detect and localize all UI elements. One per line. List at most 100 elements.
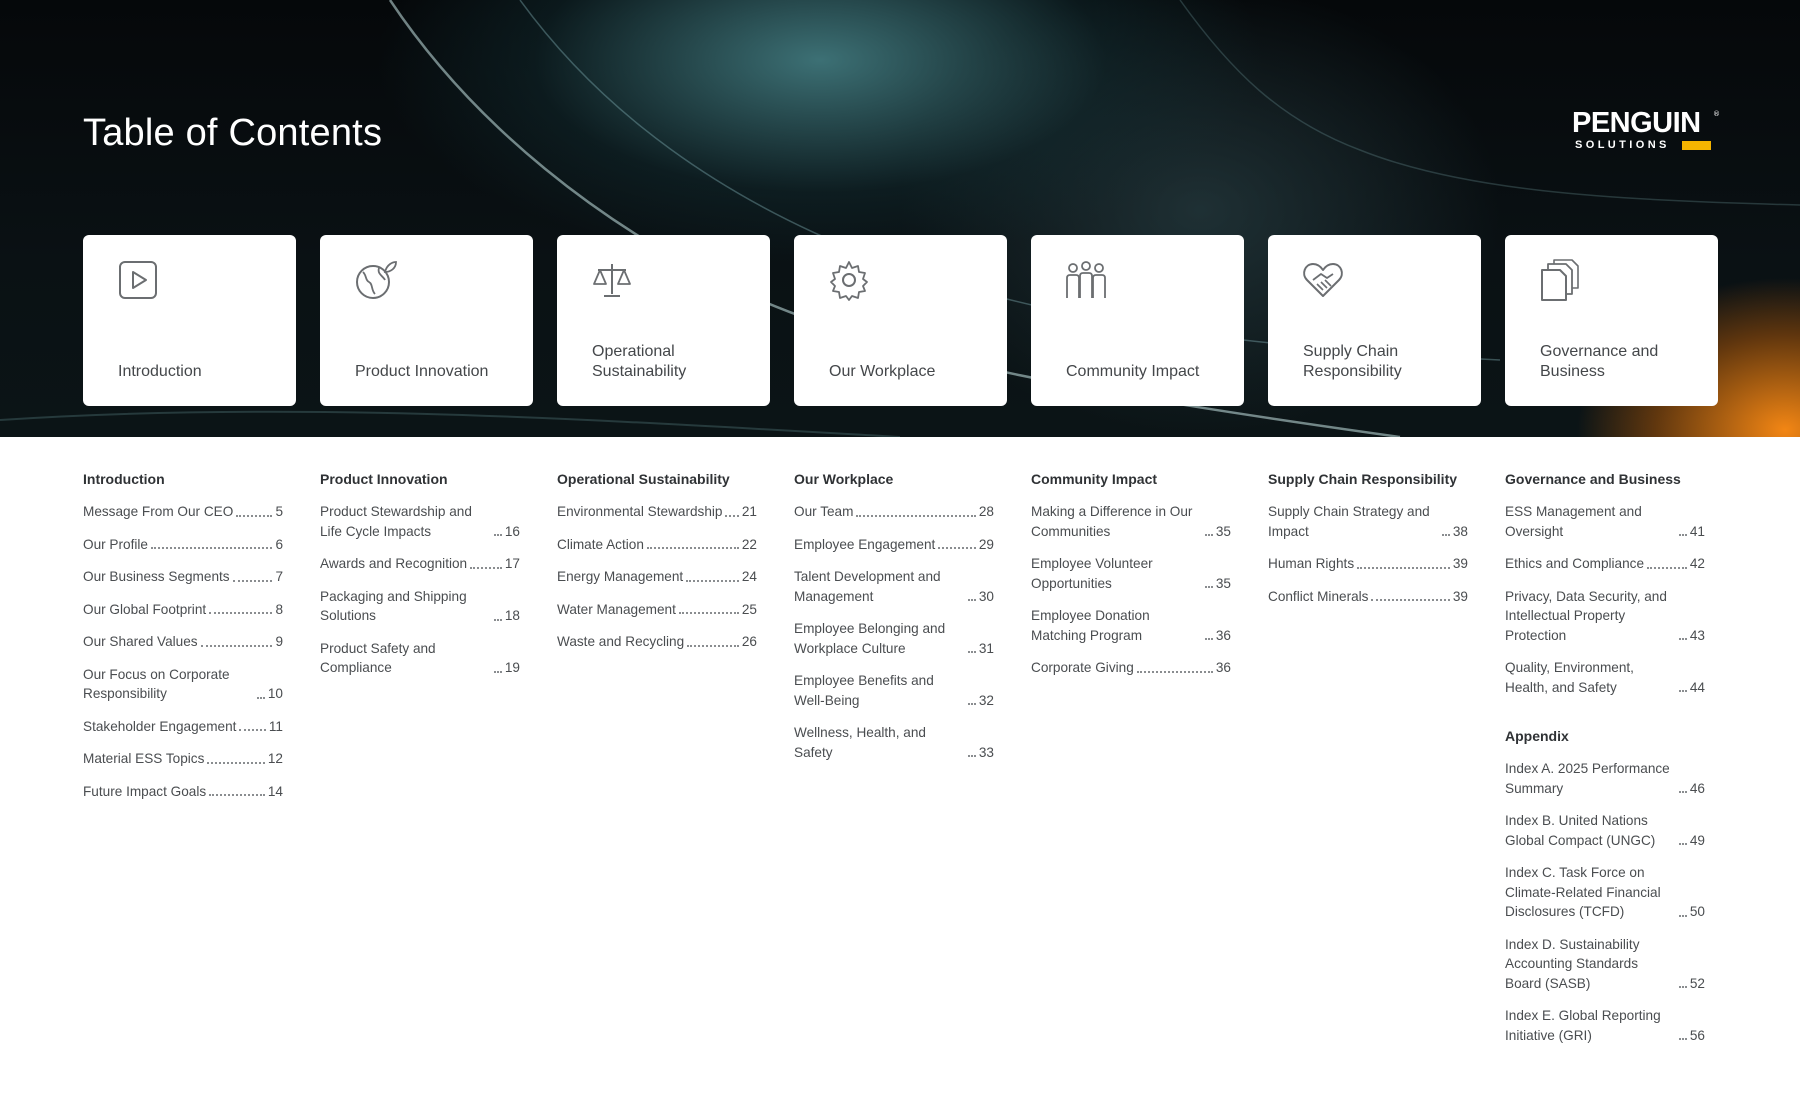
card-introduction[interactable]: Introduction xyxy=(83,235,296,406)
card-operational-sustainability[interactable]: Operational Sustainability xyxy=(557,235,770,406)
toc-entry[interactable]: Product Stewardship and Life Cycle Impac… xyxy=(320,502,520,541)
toc-entry-page: 31 xyxy=(978,640,994,656)
toc-entry[interactable]: Corporate Giving 36 xyxy=(1031,658,1231,678)
card-our-workplace[interactable]: Our Workplace xyxy=(794,235,1007,406)
dot-leader xyxy=(1678,842,1687,845)
toc-entry[interactable]: Index C. Task Force on Climate-Related F… xyxy=(1505,863,1705,922)
penguin-solutions-logo: PENGUIN ® SOLUTIONS xyxy=(1572,108,1720,154)
toc-entry[interactable]: Conflict Minerals 39 xyxy=(1268,587,1468,607)
toc-entry-title: Our Team xyxy=(794,504,854,519)
dot-leader xyxy=(1204,533,1213,536)
toc-entry-title: Index E. Global Reporting Initiative (GR… xyxy=(1505,1008,1661,1043)
toc-entry-page: 38 xyxy=(1452,523,1468,539)
toc-entry[interactable]: Packaging and Shipping Solutions 18 xyxy=(320,587,520,626)
toc-entry[interactable]: Our Shared Values 9 xyxy=(83,632,283,652)
toc-entry[interactable]: Our Profile 6 xyxy=(83,535,283,555)
toc-entry-page: 11 xyxy=(268,718,283,734)
toc-entry-page: 35 xyxy=(1215,575,1231,591)
card-label: Introduction xyxy=(118,363,202,380)
card-label: Community Impact xyxy=(1066,363,1200,380)
toc-entry-page: 12 xyxy=(267,751,283,766)
toc-entry-page: 46 xyxy=(1689,780,1705,796)
toc-entry[interactable]: Our Team 28 xyxy=(794,502,994,522)
toc-entry[interactable]: Employee Engagement 29 xyxy=(794,535,994,555)
toc-entry[interactable]: Water Management 25 xyxy=(557,600,757,620)
toc-entry[interactable]: Privacy, Data Security, and Intellectual… xyxy=(1505,587,1705,646)
toc-entry[interactable]: Talent Development and Management 30 xyxy=(794,567,994,606)
logo-subtitle: SOLUTIONS xyxy=(1575,139,1670,151)
toc-entry[interactable]: Energy Management 24 xyxy=(557,567,757,587)
card-product-innovation[interactable]: Product Innovation xyxy=(320,235,533,406)
toc-entry[interactable]: Our Focus on Corporate Responsibility 10 xyxy=(83,665,283,704)
toc-entry[interactable]: Material ESS Topics 12 xyxy=(83,749,283,769)
toc-entry[interactable]: Stakeholder Engagement 11 xyxy=(83,717,283,737)
toc-entry[interactable]: Human Rights 39 xyxy=(1268,554,1468,574)
toc-entry[interactable]: Our Global Footprint 8 xyxy=(83,600,283,620)
toc-entry-page: 22 xyxy=(741,536,757,552)
toc-entry-page: 6 xyxy=(275,536,283,552)
toc-entry-title: Corporate Giving xyxy=(1031,660,1134,675)
toc-entry[interactable]: Employee Donation Matching Program 36 xyxy=(1031,606,1231,645)
toc-entry-page: 24 xyxy=(741,569,757,584)
toc-entry[interactable]: Environmental Stewardship 21 xyxy=(557,502,757,522)
toc-entry[interactable]: Employee Belonging and Workplace Culture… xyxy=(794,619,994,658)
people-icon xyxy=(1066,261,1106,298)
dot-leader xyxy=(493,670,502,673)
toc-entry-title: Index A. 2025 Performance Summary xyxy=(1505,761,1670,796)
toc-entry-page: 36 xyxy=(1215,660,1231,675)
dot-leader xyxy=(646,546,739,549)
dot-leader xyxy=(1136,670,1213,673)
toc-entry-page: 5 xyxy=(275,504,283,519)
toc-entry[interactable]: Wellness, Health, and Safety 33 xyxy=(794,723,994,762)
toc-entry[interactable]: Climate Action 22 xyxy=(557,535,757,555)
dot-leader xyxy=(256,696,265,699)
toc-entry-title: Material ESS Topics xyxy=(83,751,205,766)
page-title: Table of Contents xyxy=(83,112,383,154)
toc-entry-title: Index B. United Nations Global Compact (… xyxy=(1505,813,1656,848)
toc-entry[interactable]: Message From Our CEO 5 xyxy=(83,502,283,522)
toc-entry-page: 21 xyxy=(741,504,757,519)
toc-entry[interactable]: Index D. Sustainability Accounting Stand… xyxy=(1505,935,1705,994)
card-governance-and-business[interactable]: Governance and Business xyxy=(1505,235,1718,406)
dot-leader xyxy=(207,761,265,764)
toc-entry[interactable]: Waste and Recycling 26 xyxy=(557,632,757,652)
toc-entry-title: Employee Belonging and Workplace Culture xyxy=(794,621,946,656)
dot-leader xyxy=(1371,598,1450,601)
dot-leader xyxy=(209,793,265,796)
toc-entry-title: Human Rights xyxy=(1268,556,1355,571)
toc-entry-page: 9 xyxy=(275,634,283,649)
toc-entry[interactable]: Product Safety and Compliance 19 xyxy=(320,639,520,678)
toc-entry[interactable]: Index A. 2025 Performance Summary 46 xyxy=(1505,759,1705,798)
toc-entry-page: 7 xyxy=(275,569,283,584)
toc-entry-page: 16 xyxy=(504,523,520,539)
toc-entry[interactable]: Index B. United Nations Global Compact (… xyxy=(1505,811,1705,850)
toc-entry-page: 29 xyxy=(978,536,994,552)
toc-entry[interactable]: Our Business Segments 7 xyxy=(83,567,283,587)
toc-entry[interactable]: Quality, Environment, Health, and Safety… xyxy=(1505,658,1705,697)
toc-entry[interactable]: Ethics and Compliance 42 xyxy=(1505,554,1705,574)
toc-entry[interactable]: Employee Benefits and Well-Being 32 xyxy=(794,671,994,710)
card-community-impact[interactable]: Community Impact xyxy=(1031,235,1244,406)
toc-entry[interactable]: Awards and Recognition 17 xyxy=(320,554,520,574)
toc-entry[interactable]: ESS Management and Oversight 41 xyxy=(1505,502,1705,541)
dot-leader xyxy=(967,650,976,653)
toc-entry-page: 30 xyxy=(978,588,994,604)
globe-leaf-icon xyxy=(356,261,397,299)
card-label: Operational Sustainability xyxy=(592,343,687,380)
card-supply-chain-responsibility[interactable]: Supply Chain Responsibility xyxy=(1268,235,1481,406)
toc-entry[interactable]: Making a Difference in Our Communities 35 xyxy=(1031,502,1231,541)
toc-entry-page: 49 xyxy=(1689,832,1705,848)
toc-entry[interactable]: Index E. Global Reporting Initiative (GR… xyxy=(1505,1006,1705,1045)
toc-entry-title: Employee Donation Matching Program xyxy=(1031,608,1150,643)
toc-entry[interactable]: Supply Chain Strategy and Impact 38 xyxy=(1268,502,1468,541)
toc-section-heading: Our Workplace xyxy=(794,471,894,487)
toc-entry[interactable]: Employee Volunteer Opportunities 35 xyxy=(1031,554,1231,593)
toc-entry[interactable]: Future Impact Goals 14 xyxy=(83,782,283,802)
dot-leader xyxy=(687,644,739,647)
dot-leader xyxy=(1678,790,1687,793)
toc-entry-title: Quality, Environment, Health, and Safety xyxy=(1505,660,1634,695)
dot-leader xyxy=(1678,637,1687,640)
dot-leader xyxy=(209,611,273,614)
toc-entry-title: Our Profile xyxy=(83,536,148,552)
toc-entry-title: Talent Development and Management xyxy=(794,569,941,604)
